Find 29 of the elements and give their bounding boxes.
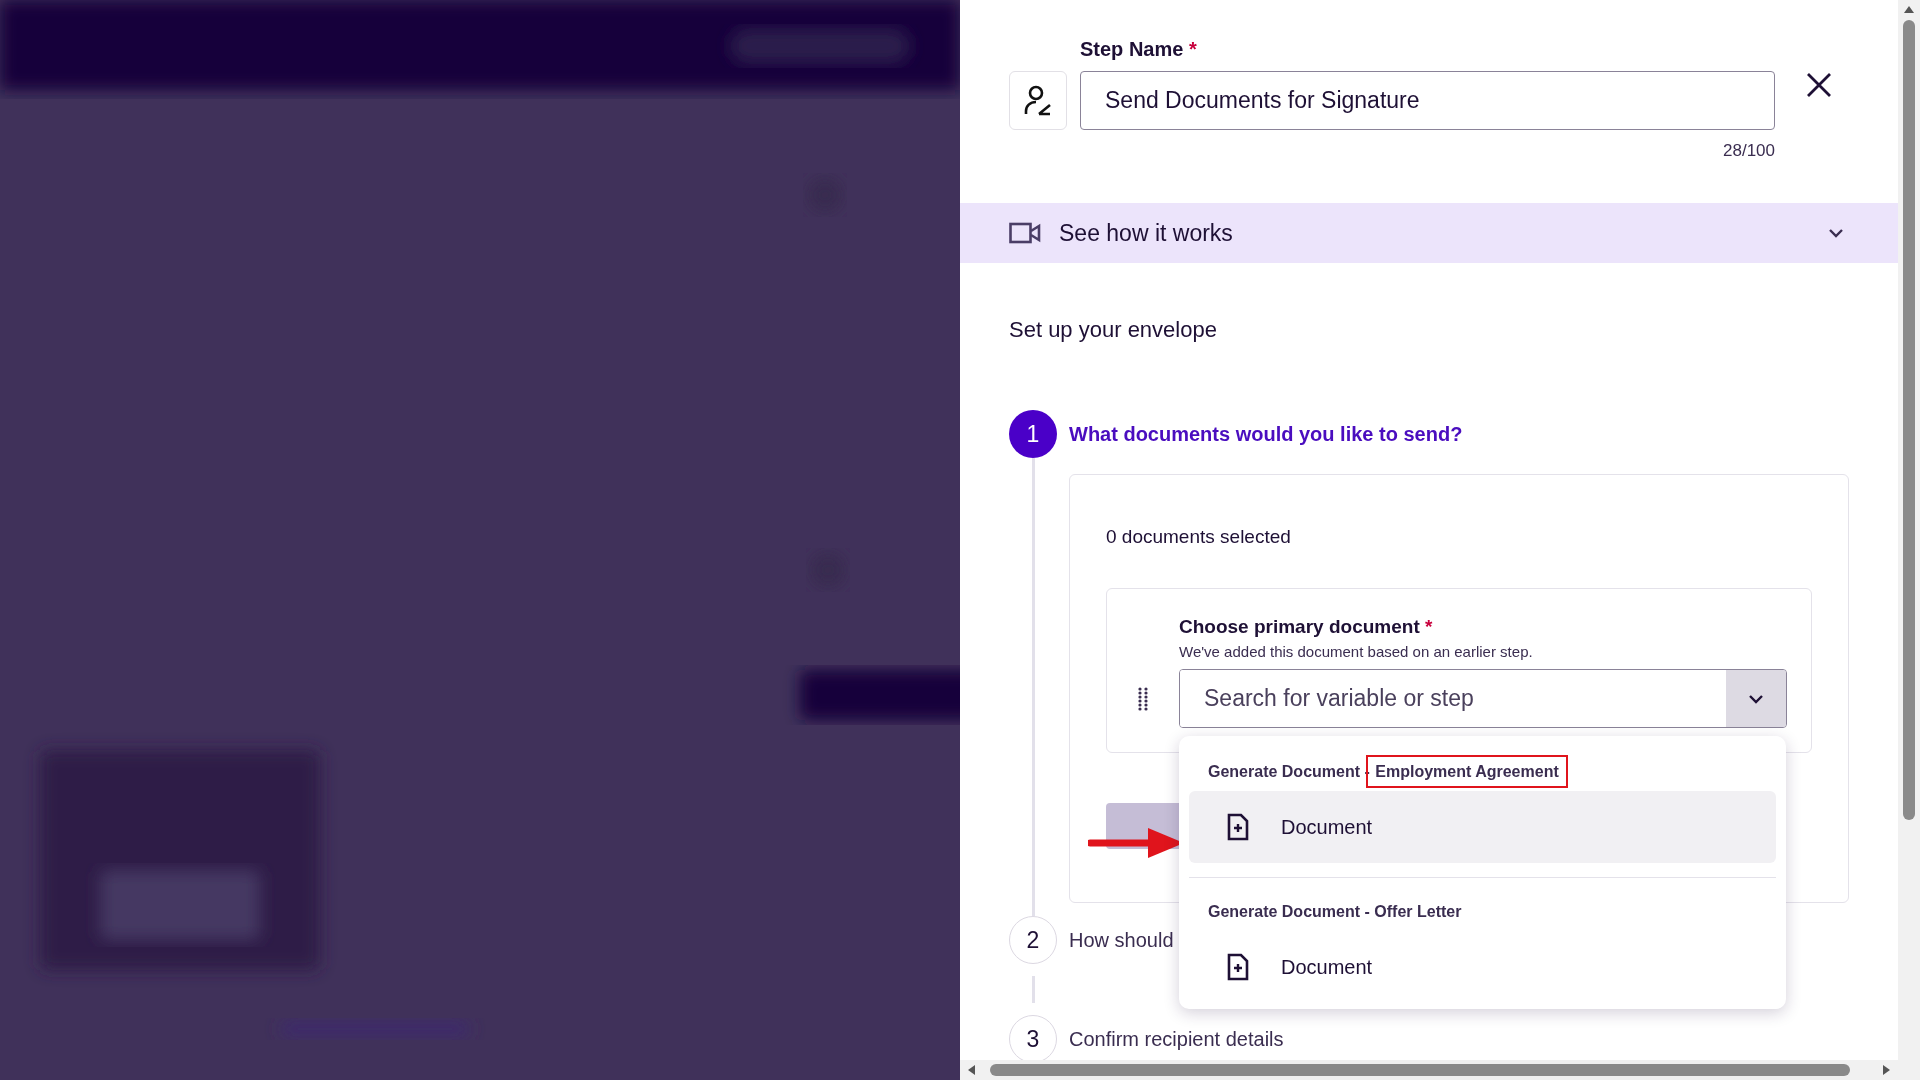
documents-count: 0 documents selected bbox=[1106, 526, 1292, 548]
scroll-right-icon[interactable] bbox=[1882, 1065, 1890, 1075]
chevron-down-icon bbox=[1748, 693, 1764, 704]
field-label: Step Name * bbox=[1080, 37, 1198, 61]
document-plus-icon bbox=[1227, 813, 1249, 841]
step-number: 1 bbox=[1009, 410, 1057, 458]
scroll-up-icon[interactable] bbox=[1904, 6, 1914, 14]
video-camera-icon bbox=[1009, 222, 1041, 244]
group-header: Generate Document - Offer Letter bbox=[1207, 902, 1463, 922]
step-type-button[interactable] bbox=[1009, 71, 1067, 130]
step-title[interactable]: Confirm recipient details bbox=[1069, 1027, 1898, 1051]
step-number: 2 bbox=[1009, 916, 1057, 964]
character-counter: 28/100 bbox=[1723, 141, 1775, 161]
drag-handle-icon[interactable] bbox=[1138, 686, 1148, 711]
banner-title: See how it works bbox=[1059, 219, 1234, 247]
how-it-works-banner[interactable]: See how it works bbox=[960, 203, 1898, 263]
step-title[interactable]: What documents would you like to send? bbox=[1069, 422, 1898, 446]
field-label: Choose primary document * bbox=[1179, 615, 1434, 639]
document-plus-icon bbox=[1227, 953, 1249, 981]
horizontal-scrollbar[interactable] bbox=[960, 1060, 1898, 1080]
vertical-scrollbar[interactable] bbox=[1898, 0, 1920, 1080]
step-number: 3 bbox=[1009, 1015, 1057, 1063]
document-select[interactable]: Search for variable or step bbox=[1179, 669, 1787, 728]
step-name-field[interactable]: Send Documents for Signature bbox=[1080, 71, 1775, 130]
field-hint: We've added this document based on an earlier step. bbox=[1179, 643, 1534, 661]
scroll-left-icon[interactable] bbox=[968, 1065, 976, 1075]
person-edit-icon bbox=[1023, 84, 1053, 117]
dropdown-option[interactable]: Document bbox=[1189, 791, 1776, 863]
section-title: Set up your envelope bbox=[1009, 317, 1218, 343]
